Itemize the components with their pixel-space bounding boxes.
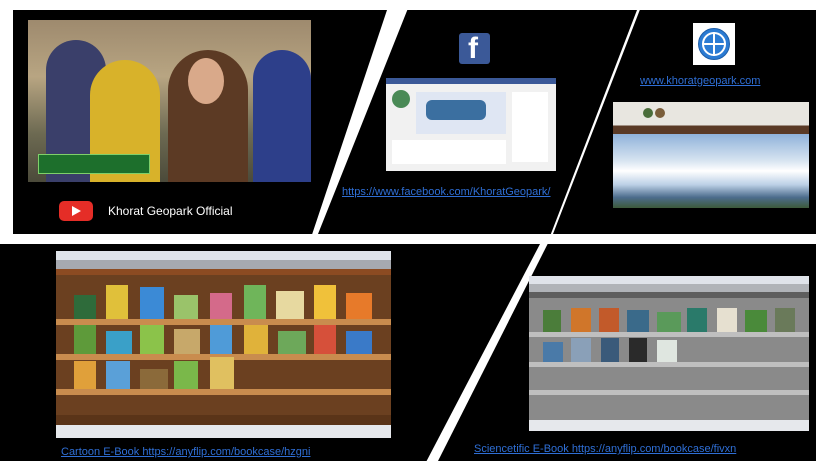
facebook-page-screenshot [386, 78, 556, 171]
cartoon-ebook-link[interactable]: Cartoon E-Book https://anyflip.com/bookc… [61, 446, 310, 459]
globe-icon[interactable] [693, 23, 735, 65]
youtube-channel-name[interactable]: Khorat Geopark Official [108, 204, 233, 218]
youtube-video-thumbnail[interactable] [28, 20, 311, 182]
person-right [253, 50, 311, 182]
facebook-icon[interactable]: f [459, 33, 490, 64]
cartoon-bookshelf-screenshot [56, 251, 391, 438]
person-center-face [188, 58, 224, 104]
science-ebook-link[interactable]: Sciencetific E-Book https://anyflip.com/… [474, 443, 736, 456]
youtube-icon[interactable] [59, 201, 93, 221]
caption-bar [38, 154, 150, 174]
website-link[interactable]: www.khoratgeopark.com [640, 75, 760, 88]
collage: Khorat Geopark Official f https://www.fa… [0, 0, 816, 461]
science-bookshelf-screenshot [529, 276, 809, 431]
facebook-link[interactable]: https://www.facebook.com/KhoratGeopark/ [342, 186, 551, 199]
website-screenshot [613, 102, 809, 208]
